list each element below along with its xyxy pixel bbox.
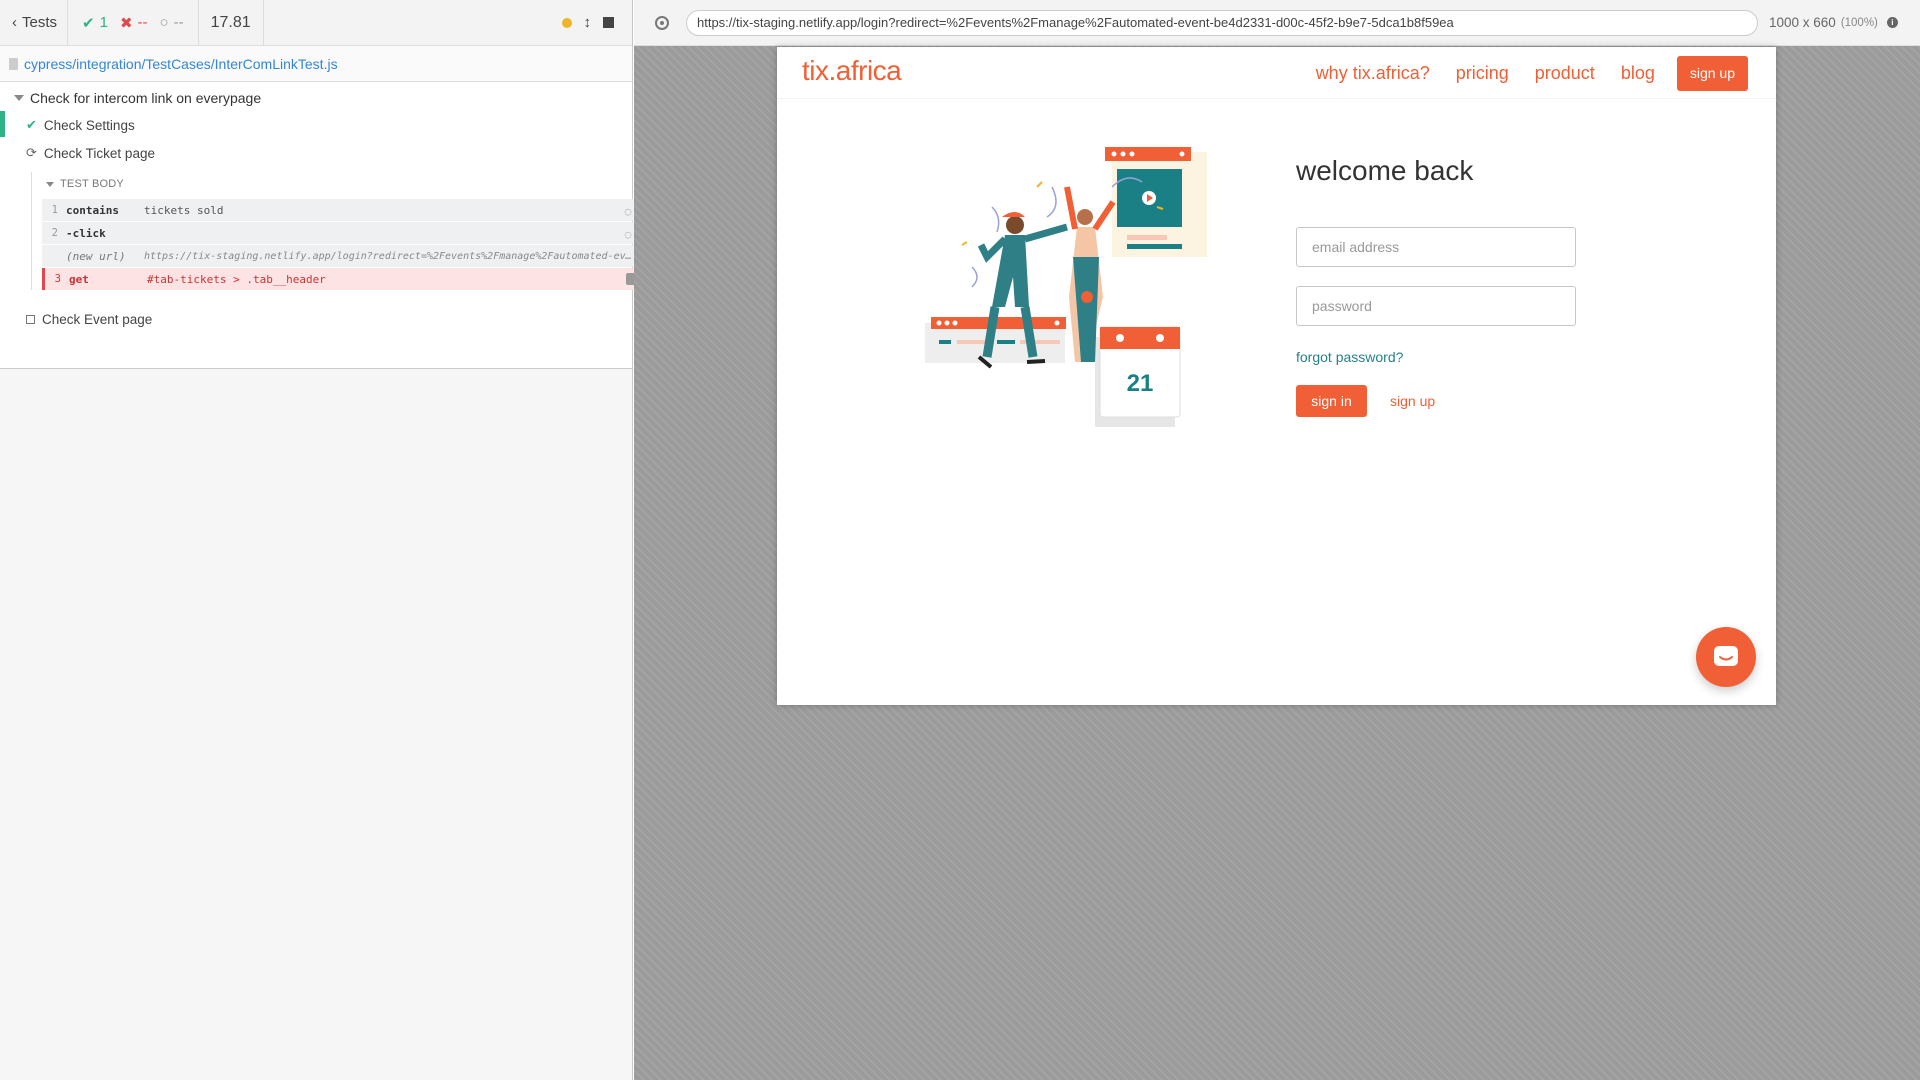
- passed-stat: ✔ 1: [82, 14, 108, 32]
- aut-header: https://tix-staging.netlify.app/login?re…: [634, 0, 1920, 46]
- command-message: https://tix-staging.netlify.app/login?re…: [144, 250, 632, 262]
- run-controls: ↕: [561, 0, 633, 45]
- test-body-toggle[interactable]: TEST BODY: [46, 178, 124, 190]
- sign-up-link[interactable]: sign up: [1390, 393, 1435, 409]
- spec-file-bar: cypress/integration/TestCases/InterComLi…: [0, 46, 632, 82]
- command-number: 3: [54, 273, 61, 285]
- url-bar: https://tix-staging.netlify.app/login?re…: [686, 9, 1758, 36]
- test-title: Check Ticket page: [43, 145, 155, 161]
- event-illustration: 21: [925, 147, 1207, 427]
- refresh-icon: ⟳: [26, 145, 37, 160]
- file-icon: [9, 57, 18, 70]
- pending-count: --: [173, 14, 184, 31]
- test-check-event-page[interactable]: Check Event page: [26, 312, 152, 327]
- viewport-info: 1000 x 660 (100%) i: [1769, 15, 1898, 30]
- command-message: #tab-tickets > .tab__header: [147, 272, 326, 286]
- test-body: TEST BODY 1 contains tickets sold ◌ 2 -c…: [31, 172, 644, 290]
- command-row-failed[interactable]: 3 get #tab-tickets > .tab__header: [42, 268, 644, 290]
- failed-stat: ✖ --: [120, 14, 148, 32]
- runnables-list: Check for intercom link on everypage ✔ C…: [0, 82, 644, 369]
- app-viewport: tix.africa why tix.africa? pricing produ…: [777, 47, 1776, 705]
- stop-button[interactable]: [603, 17, 614, 28]
- app-under-test-panel: https://tix-staging.netlify.app/login?re…: [634, 0, 1920, 1080]
- duration: 17.81: [199, 0, 264, 45]
- test-title: Check Event page: [42, 312, 153, 327]
- nav-product[interactable]: product: [1535, 63, 1595, 84]
- command-name: -click: [66, 226, 106, 240]
- selector-playground-icon[interactable]: [655, 15, 669, 30]
- command-number: 2: [51, 227, 58, 239]
- pass-indicator: [0, 111, 5, 137]
- zoom-level: (100%): [1840, 16, 1878, 29]
- failed-count: --: [137, 14, 148, 31]
- brand-logo[interactable]: tix.africa: [802, 55, 902, 87]
- test-title: Check Settings: [43, 117, 135, 133]
- forgot-password-link[interactable]: forgot password?: [1296, 349, 1403, 365]
- check-icon: ✔: [82, 14, 95, 32]
- nav-links: why tix.africa? pricing product blog sig…: [1316, 56, 1748, 91]
- square-icon: [26, 315, 35, 324]
- command-name: (new url): [66, 249, 126, 263]
- pending-stat: ○ --: [160, 14, 184, 31]
- reporter-header: ‹ Tests ✔ 1 ✖ -- ○ -- 17.81 ↕: [0, 0, 632, 46]
- viewport-size: 1000 x 660: [1769, 15, 1836, 30]
- nav-signup-button[interactable]: sign up: [1676, 56, 1748, 91]
- command-message: tickets sold: [144, 203, 224, 217]
- info-icon[interactable]: i: [1886, 17, 1898, 28]
- nav-blog[interactable]: blog: [1621, 63, 1655, 84]
- sign-in-button[interactable]: sign in: [1296, 385, 1367, 417]
- stats-bar: ✔ 1 ✖ -- ○ --: [68, 0, 199, 45]
- caret-down-icon: [14, 95, 24, 101]
- nav-why-tix[interactable]: why tix.africa?: [1316, 63, 1430, 84]
- test-check-settings[interactable]: ✔ Check Settings: [26, 117, 135, 133]
- password-field[interactable]: password: [1296, 286, 1576, 326]
- command-row[interactable]: 2 -click ◌: [42, 222, 644, 244]
- cypress-reporter: ‹ Tests ✔ 1 ✖ -- ○ -- 17.81 ↕ cypress/in…: [0, 0, 644, 1080]
- welcome-heading: welcome back: [1296, 155, 1474, 186]
- tests-button[interactable]: ‹ Tests: [0, 0, 69, 45]
- command-row[interactable]: 1 contains tickets sold ◌: [42, 199, 644, 221]
- tests-label: Tests: [22, 14, 58, 31]
- site-nav: tix.africa why tix.africa? pricing produ…: [777, 47, 1776, 99]
- command-number: 1: [51, 204, 58, 216]
- suite-title[interactable]: Check for intercom link on everypage: [14, 90, 261, 106]
- autoscroll-toggle-icon[interactable]: ↕: [584, 14, 592, 31]
- circle-icon: ○: [159, 14, 169, 31]
- passed-count: 1: [99, 14, 108, 31]
- caret-down-icon: [46, 181, 54, 187]
- chat-icon: [1714, 646, 1738, 666]
- test-body-label: TEST BODY: [60, 178, 124, 190]
- chevron-left-icon: ‹: [12, 14, 17, 31]
- spec-file-link[interactable]: cypress/integration/TestCases/InterComLi…: [24, 56, 338, 72]
- intercom-launcher[interactable]: [1696, 627, 1756, 687]
- suite-title-text: Check for intercom link on everypage: [30, 90, 262, 106]
- test-check-ticket-page[interactable]: ⟳ Check Ticket page: [26, 145, 155, 161]
- running-indicator-icon: [561, 17, 572, 28]
- command-name: get: [69, 272, 89, 286]
- command-name: contains: [66, 203, 119, 217]
- check-icon: ✔: [26, 117, 37, 132]
- email-field[interactable]: email address: [1296, 227, 1576, 267]
- x-icon: ✖: [119, 14, 133, 32]
- nav-pricing[interactable]: pricing: [1456, 63, 1509, 84]
- calendar-day: 21: [1127, 370, 1154, 397]
- command-row[interactable]: (new url) https://tix-staging.netlify.ap…: [42, 245, 644, 267]
